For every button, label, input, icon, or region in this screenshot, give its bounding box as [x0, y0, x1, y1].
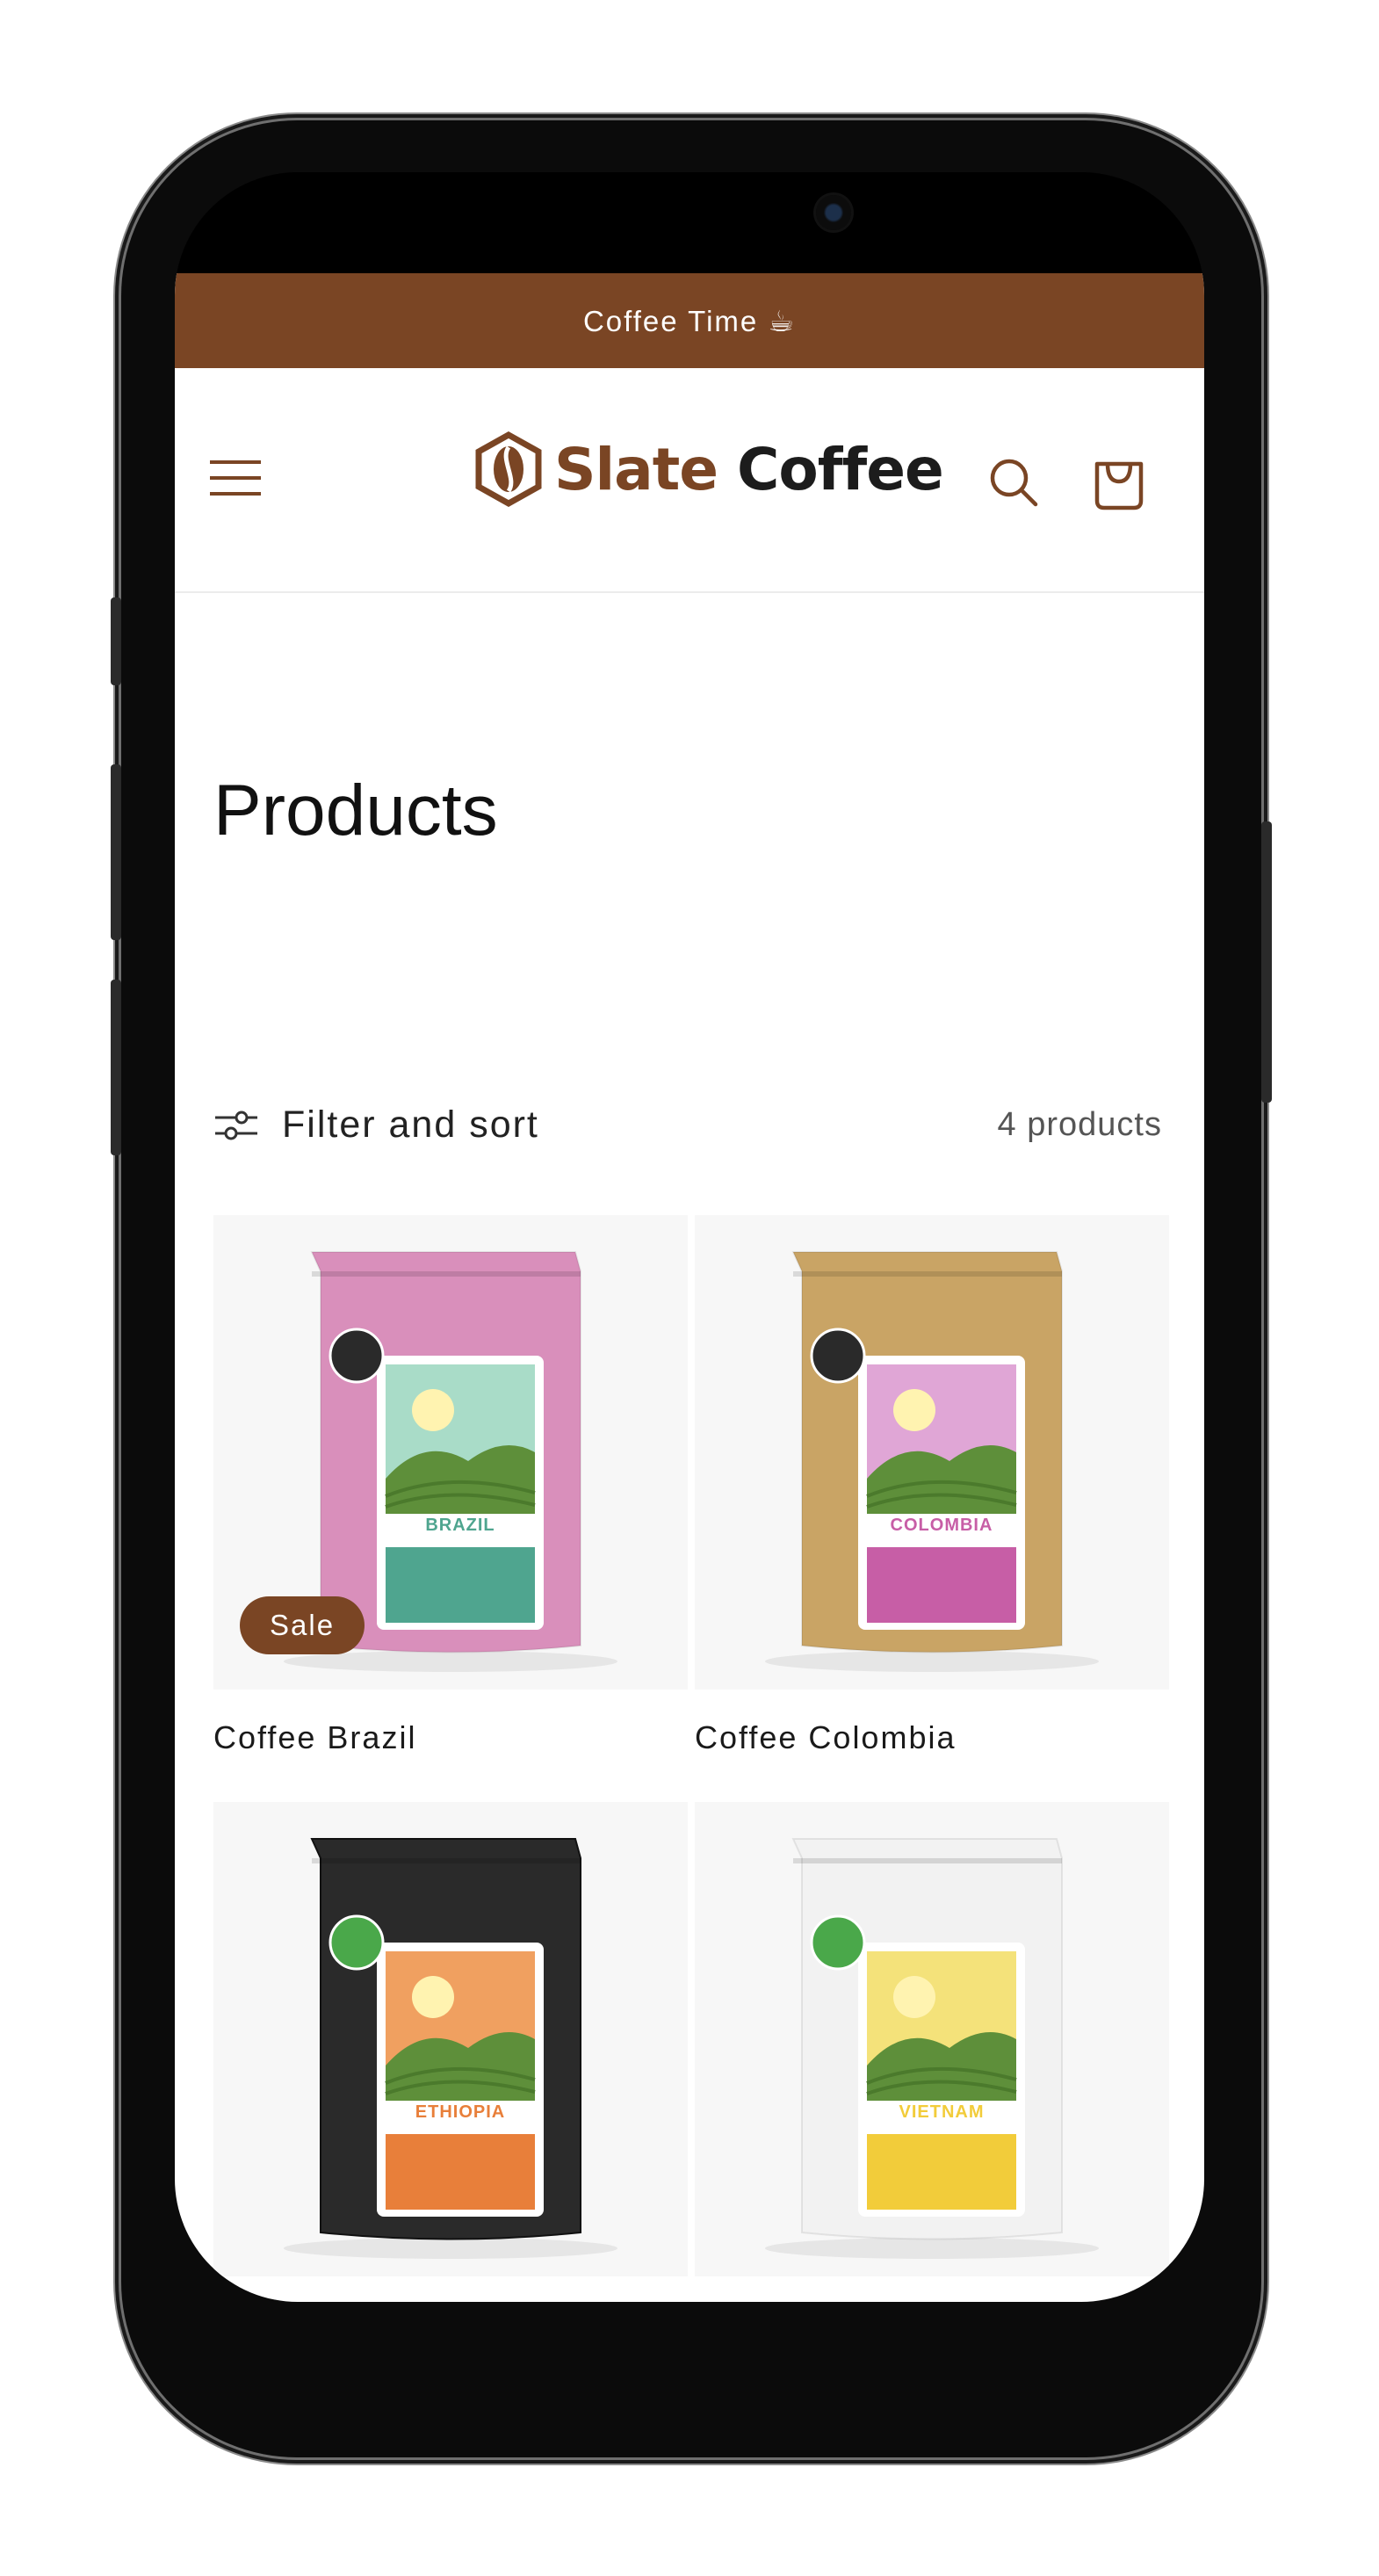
bag-label-text: VIETNAM	[899, 2102, 985, 2122]
filter-and-sort-label: Filter and sort	[282, 1103, 539, 1146]
product-image[interactable]: ETHIOPIA	[213, 1802, 688, 2276]
bag-label-text: ETHIOPIA	[415, 2102, 506, 2122]
product-card[interactable]: ETHIOPIACoffee Ethiopia	[213, 1802, 688, 2302]
site-logo[interactable]: Slate Coffee	[473, 431, 944, 507]
phone-silent-switch	[111, 597, 121, 685]
coffee-bag-icon	[765, 1838, 1099, 2259]
phone-notch	[473, 172, 906, 269]
cart-bag-icon[interactable]	[1088, 452, 1150, 513]
announcement-text: Coffee Time ☕	[582, 304, 797, 337]
bag-label-text: COLOMBIA	[890, 1516, 993, 1535]
bag-label-text: BRAZIL	[425, 1516, 495, 1535]
coffee-bag-icon	[765, 1251, 1099, 1672]
site-header: Slate Coffee	[175, 368, 1204, 593]
sale-badge: Sale	[240, 1596, 365, 1654]
phone-volume-down	[111, 980, 121, 1155]
coffee-bag-icon	[284, 1838, 617, 2259]
front-camera	[816, 195, 851, 230]
collection-toolbar: Filter and sort 4 products	[213, 1103, 1162, 1147]
product-card[interactable]: BRAZIL Sale Coffee Brazil	[213, 1215, 688, 1756]
web-page: Coffee Time ☕ Slate Coffee Products Filt…	[175, 273, 1204, 2302]
product-name[interactable]: Coffee Brazil	[213, 1719, 688, 1756]
page-title: Products	[213, 771, 498, 850]
search-icon[interactable]	[983, 452, 1044, 513]
product-count: 4 products	[997, 1106, 1162, 1143]
phone-screen: Coffee Time ☕ Slate Coffee Products Filt…	[175, 172, 1204, 2302]
hamburger-menu-icon[interactable]	[210, 447, 263, 509]
product-image[interactable]: COLOMBIA	[695, 1215, 1169, 1690]
product-card[interactable]: VIETNAMCoffee Vietnam	[695, 1802, 1169, 2302]
filter-sliders-icon	[215, 1111, 257, 1140]
product-card[interactable]: COLOMBIA Coffee Colombia	[695, 1215, 1169, 1756]
filter-and-sort-button[interactable]: Filter and sort	[213, 1103, 539, 1147]
coffee-bean-logo-icon	[475, 431, 542, 507]
phone-volume-up	[111, 764, 121, 940]
logo-text-coffee: Coffee	[737, 435, 944, 503]
product-image[interactable]: BRAZIL Sale	[213, 1215, 688, 1690]
product-name[interactable]: Coffee Colombia	[695, 1719, 1169, 1756]
phone-power-button	[1261, 821, 1272, 1103]
logo-text-slate: Slate	[554, 435, 718, 503]
announcement-bar: Coffee Time ☕	[175, 273, 1204, 368]
product-image[interactable]: VIETNAM	[695, 1802, 1169, 2276]
